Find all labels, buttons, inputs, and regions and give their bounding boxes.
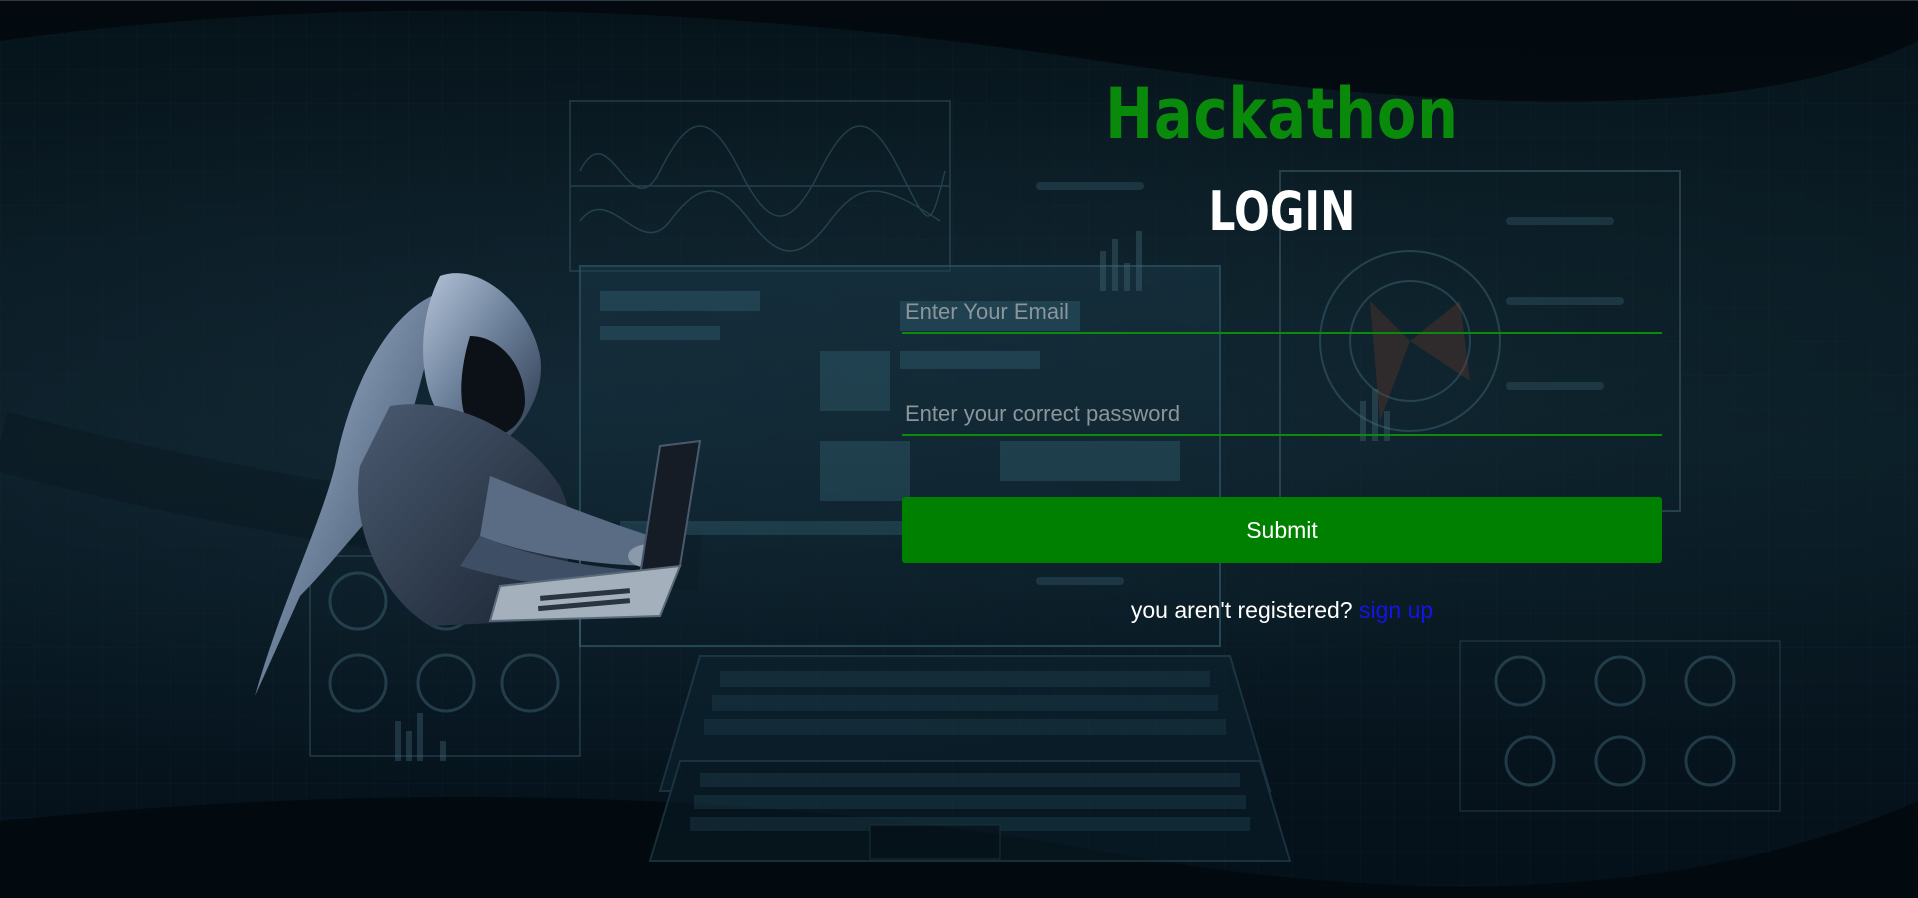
login-page: Hackathon LOGIN Submit you aren't regist…	[0, 0, 1918, 898]
register-prompt-row: you aren't registered? sign up	[902, 597, 1662, 624]
password-field[interactable]	[902, 396, 1662, 432]
brand-title: Hackathon	[1105, 73, 1459, 155]
login-form: Hackathon LOGIN Submit you aren't regist…	[902, 1, 1662, 898]
email-field-wrapper	[902, 294, 1662, 334]
submit-button[interactable]: Submit	[902, 497, 1662, 563]
password-field-wrapper	[902, 396, 1662, 436]
register-prompt: you aren't registered?	[1130, 597, 1353, 623]
hooded-hacker-laptop-illustration	[255, 273, 702, 696]
email-field[interactable]	[902, 294, 1662, 330]
page-title: LOGIN	[1208, 180, 1356, 243]
sign-up-link[interactable]: sign up	[1359, 597, 1433, 623]
